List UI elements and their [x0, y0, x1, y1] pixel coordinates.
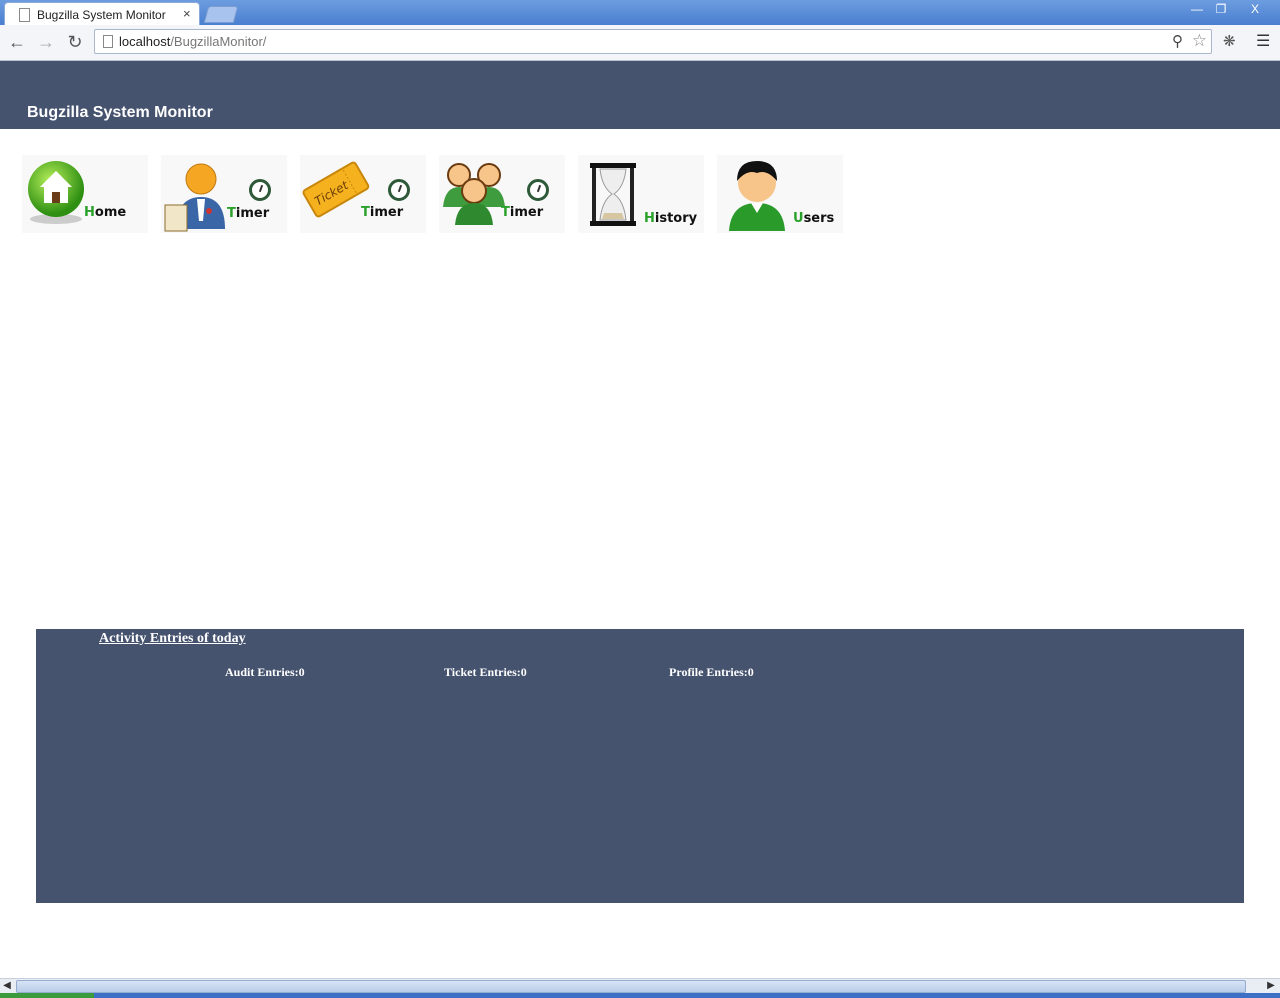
- group-clock-icon: [443, 163, 505, 225]
- page-icon: [103, 35, 113, 48]
- user-timer-tile[interactable]: Timer: [161, 155, 287, 233]
- history-label: History: [644, 211, 698, 226]
- ticket-timer-tile[interactable]: Ticket Timer: [300, 155, 426, 233]
- group-timer-label: Timer: [501, 205, 544, 220]
- group-timer-tile[interactable]: Timer: [439, 155, 565, 233]
- start-button[interactable]: [0, 993, 94, 998]
- url-path: /BugzillaMonitor/: [170, 34, 267, 49]
- profile-entries-count: Profile Entries:0: [669, 665, 754, 679]
- activity-panel: Activity Entries of today Audit Entries:…: [36, 629, 1244, 903]
- user-timer-label: Timer: [227, 206, 270, 221]
- extension-icon[interactable]: ❋: [1223, 32, 1236, 50]
- page-icon: [19, 8, 30, 22]
- scrollbar-thumb[interactable]: [16, 980, 1246, 993]
- ticket-entries-count: Ticket Entries:0: [444, 665, 527, 679]
- history-tile[interactable]: History: [578, 155, 704, 233]
- browser-toolbar: ← → ↻ localhost/BugzillaMonitor/ ⚲ ☆ ❋ ☰: [0, 25, 1280, 61]
- reload-button[interactable]: ↻: [64, 31, 86, 53]
- activity-entries-link[interactable]: Activity Entries of today: [99, 631, 246, 647]
- hourglass-icon: [590, 163, 636, 226]
- browser-tab[interactable]: Bugzilla System Monitor ×: [4, 2, 200, 25]
- browser-titlebar: Bugzilla System Monitor × — ❐ X: [0, 0, 1280, 25]
- clock-icon: [388, 179, 410, 201]
- ticket-clock-icon: Ticket: [302, 161, 370, 218]
- new-tab-button[interactable]: [203, 6, 239, 23]
- clock-icon: [527, 179, 549, 201]
- url-text[interactable]: localhost/BugzillaMonitor/: [119, 34, 266, 49]
- audit-entries-count: Audit Entries:0: [225, 665, 305, 679]
- tab-title: Bugzilla System Monitor: [37, 8, 166, 22]
- page-header: Bugzilla System Monitor: [0, 61, 1280, 129]
- url-host: localhost: [119, 34, 171, 49]
- close-window-button[interactable]: X: [1242, 1, 1268, 17]
- house-icon: [28, 161, 84, 224]
- ticket-timer-label: Timer: [361, 205, 404, 220]
- home-tile[interactable]: Home: [22, 155, 148, 233]
- home-label: Home: [84, 205, 127, 220]
- back-button[interactable]: ←: [6, 31, 28, 53]
- restore-button[interactable]: ❐: [1208, 1, 1234, 17]
- minimize-button[interactable]: —: [1184, 1, 1210, 17]
- os-taskbar: [0, 993, 1280, 998]
- horizontal-scrollbar[interactable]: ◀ ▶: [0, 978, 1280, 993]
- search-icon[interactable]: ⚲: [1172, 32, 1183, 50]
- tab-close-button[interactable]: ×: [183, 6, 191, 21]
- address-bar[interactable]: localhost/BugzillaMonitor/ ⚲ ☆: [94, 29, 1212, 54]
- forward-button[interactable]: →: [35, 31, 57, 53]
- users-label: Users: [793, 211, 835, 226]
- scroll-right-arrow-icon[interactable]: ▶: [1264, 979, 1278, 993]
- page-title: Bugzilla System Monitor: [27, 104, 213, 121]
- menu-icon[interactable]: ☰: [1256, 31, 1270, 51]
- users-tile[interactable]: Users: [717, 155, 843, 233]
- bookmark-star-icon[interactable]: ☆: [1192, 31, 1207, 51]
- clock-icon: [249, 179, 271, 201]
- scroll-left-arrow-icon[interactable]: ◀: [0, 979, 14, 993]
- user-icon: [729, 161, 785, 231]
- person-clock-icon: [164, 163, 225, 232]
